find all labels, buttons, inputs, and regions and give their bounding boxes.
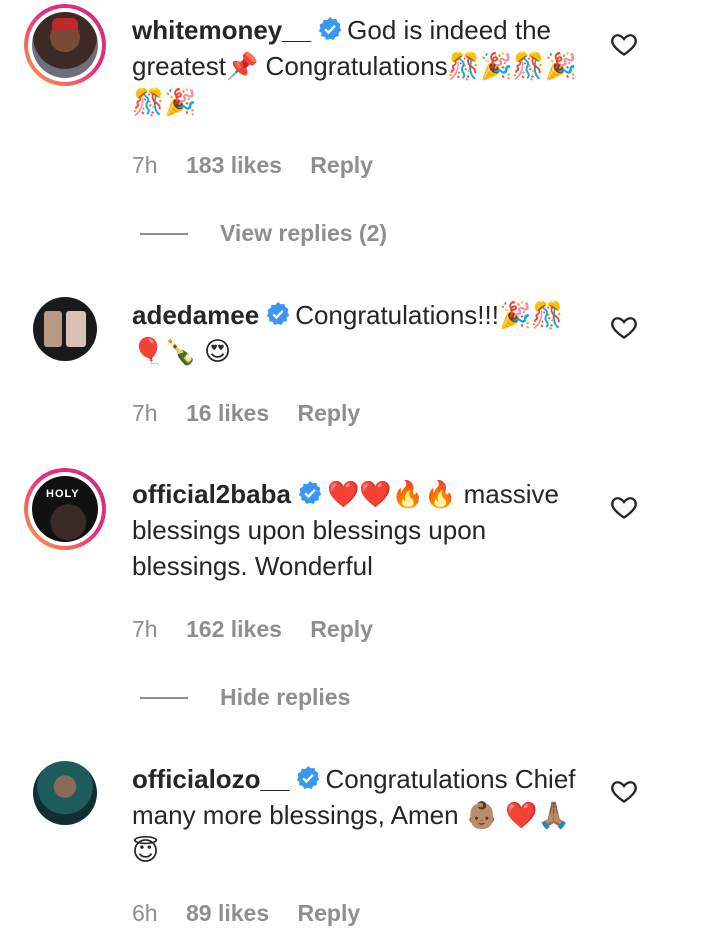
avatar [32,12,98,78]
heart-outline-icon[interactable] [610,493,638,521]
replies-toggle-label: Hide replies [220,684,351,710]
username[interactable]: officialozo__ [132,764,289,794]
reply-button[interactable]: Reply [310,152,373,178]
verified-badge-icon [297,766,320,789]
avatar-story-ring[interactable] [24,4,106,86]
verified-badge-icon [266,302,290,325]
avatar [33,297,97,361]
heart-outline-icon[interactable] [610,313,638,341]
avatar-frame[interactable] [24,288,106,370]
comment-body: officialozo__ Congratulations Chief many … [132,761,582,869]
avatar [33,761,97,825]
comment-body: whitemoney__ God is indeed the greatest📌 … [132,12,582,120]
comment-meta: 7h 16 likes Reply [132,400,382,427]
username[interactable]: adedamee [132,300,259,330]
comment-time: 7h [132,400,158,426]
view-replies-button[interactable]: View replies (2) [140,220,387,247]
avatar [32,476,98,542]
heart-outline-icon[interactable] [610,777,638,805]
heart-outline-icon[interactable] [610,30,638,58]
comment-meta: 6h 89 likes Reply [132,900,382,927]
avatar-story-ring[interactable] [24,468,106,550]
comment-body: adedamee Congratulations!!!🎉🎊🎈🍾 😍 [132,297,582,369]
username[interactable]: official2baba [132,479,291,509]
verified-badge-icon [298,481,322,504]
comment-body: official2baba ❤️❤️🔥🔥 massive blessings up… [132,476,582,584]
comment-meta: 7h 183 likes Reply [132,152,395,179]
comment-time: 6h [132,900,158,926]
username[interactable]: whitemoney__ [132,15,311,45]
comment-meta: 7h 162 likes Reply [132,616,395,643]
divider-line [140,232,188,235]
likes-count[interactable]: 89 likes [186,900,269,926]
comment-time: 7h [132,152,158,178]
likes-count[interactable]: 183 likes [186,152,282,178]
avatar-frame[interactable] [24,752,106,834]
reply-button[interactable]: Reply [310,616,373,642]
comment-time: 7h [132,616,158,642]
hide-replies-button[interactable]: Hide replies [140,684,350,711]
reply-button[interactable]: Reply [298,400,361,426]
likes-count[interactable]: 16 likes [186,400,269,426]
divider-line [140,696,188,699]
verified-badge-icon [318,17,342,40]
replies-toggle-label: View replies (2) [220,220,388,246]
likes-count[interactable]: 162 likes [186,616,282,642]
reply-button[interactable]: Reply [298,900,361,926]
